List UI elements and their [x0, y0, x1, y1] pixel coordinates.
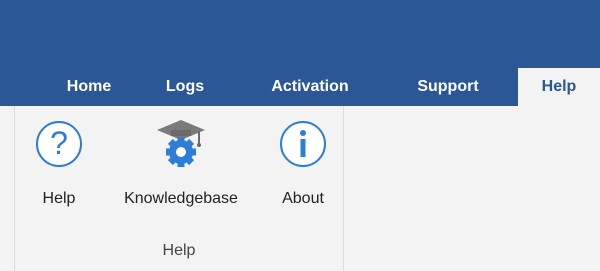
- app-window: Home Logs Activation Support Help ? Help: [0, 0, 600, 271]
- graduation-gear-icon: [155, 118, 207, 170]
- info-icon: [277, 118, 329, 170]
- help-button-label: Help: [42, 190, 76, 207]
- knowledgebase-button[interactable]: Knowledgebase: [103, 118, 259, 218]
- about-button-label: About: [282, 190, 324, 207]
- tab-support[interactable]: Support: [398, 68, 498, 106]
- help-button[interactable]: ? Help: [33, 118, 85, 218]
- knowledgebase-button-label: Knowledgebase: [124, 190, 238, 207]
- ribbon-group-help: ? Help Knowledgebase About Help: [14, 106, 344, 271]
- tab-activation[interactable]: Activation: [250, 68, 370, 106]
- ribbon-group-label: Help: [162, 242, 196, 259]
- title-bar: [0, 0, 600, 68]
- question-icon: ?: [33, 118, 85, 170]
- tab-home[interactable]: Home: [45, 68, 133, 106]
- about-button[interactable]: About: [271, 118, 335, 218]
- ribbon-panel: ? Help Knowledgebase About Help: [0, 106, 600, 271]
- tab-logs[interactable]: Logs: [150, 68, 220, 106]
- ribbon-tab-bar: Home Logs Activation Support Help: [0, 68, 600, 106]
- svg-text:?: ?: [50, 125, 68, 161]
- tab-help[interactable]: Help: [518, 68, 600, 106]
